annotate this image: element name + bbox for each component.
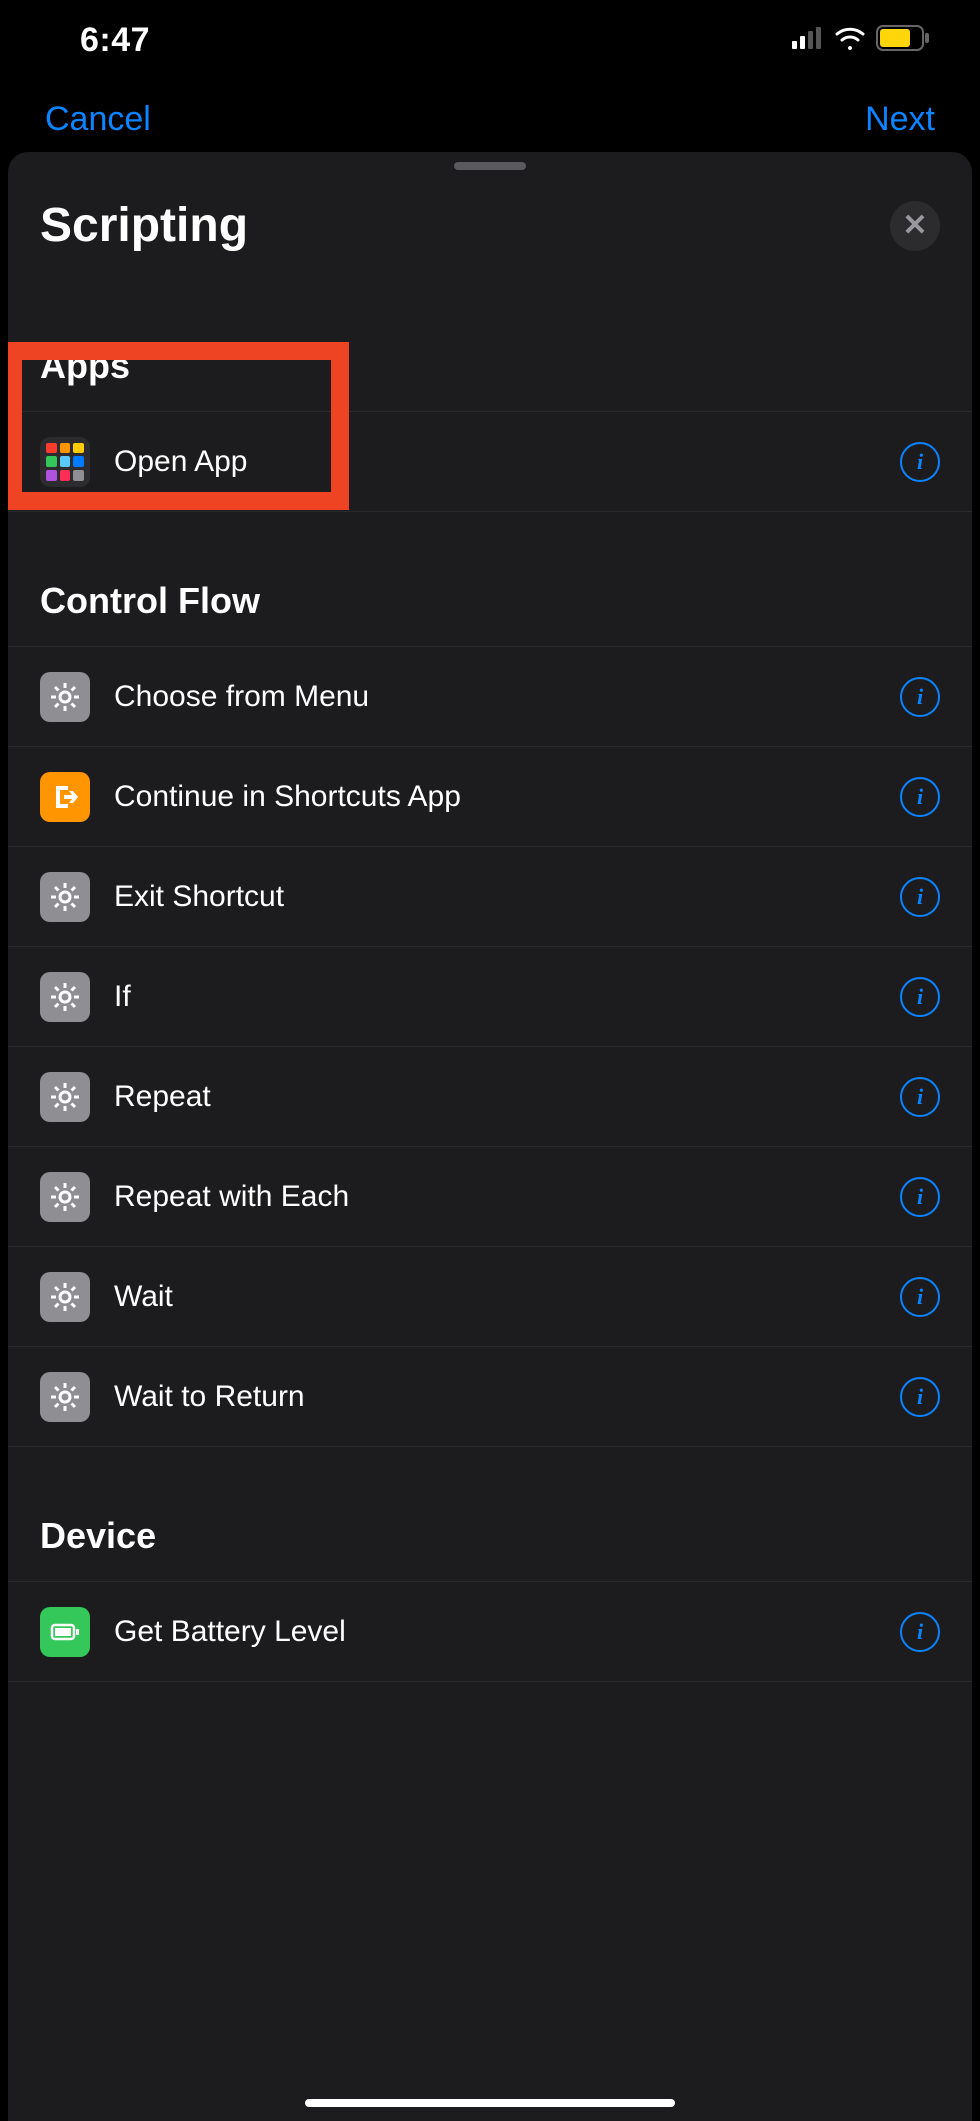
row-label: Repeat — [114, 1080, 900, 1114]
row-label: Exit Shortcut — [114, 880, 900, 914]
gear-icon — [40, 1172, 90, 1222]
home-indicator[interactable] — [305, 2099, 675, 2107]
row-wait-return[interactable]: Wait to Return i — [8, 1347, 972, 1447]
row-choose-from-menu[interactable]: Choose from Menu i — [8, 647, 972, 747]
info-button[interactable]: i — [900, 1277, 940, 1317]
row-open-app[interactable]: Open App i — [8, 412, 972, 512]
status-bar: 6:47 — [0, 0, 980, 80]
control-flow-list: Choose from Menu i Continue in Shortcuts… — [8, 646, 972, 1447]
row-label: Continue in Shortcuts App — [114, 780, 900, 814]
gear-icon — [40, 1272, 90, 1322]
info-button[interactable]: i — [900, 1077, 940, 1117]
action-sheet: Scripting ✕ Apps Open App i Control Flow — [8, 152, 972, 2121]
status-indicators — [792, 25, 930, 56]
row-wait[interactable]: Wait i — [8, 1247, 972, 1347]
row-label: Open App — [114, 445, 900, 479]
gear-icon — [40, 872, 90, 922]
row-exit-shortcut[interactable]: Exit Shortcut i — [8, 847, 972, 947]
info-button[interactable]: i — [900, 777, 940, 817]
close-button[interactable]: ✕ — [890, 201, 940, 251]
wifi-icon — [834, 26, 866, 55]
sheet-handle[interactable] — [454, 162, 526, 170]
section-title-device: Device — [8, 1515, 972, 1557]
close-icon: ✕ — [902, 211, 927, 241]
info-button[interactable]: i — [900, 1377, 940, 1417]
row-label: Choose from Menu — [114, 680, 900, 714]
row-repeat[interactable]: Repeat i — [8, 1047, 972, 1147]
app-grid-icon — [40, 437, 90, 487]
sheet-title: Scripting — [40, 198, 248, 253]
row-label: Get Battery Level — [114, 1615, 900, 1649]
row-label: Wait to Return — [114, 1380, 900, 1414]
status-time: 6:47 — [80, 21, 150, 60]
row-if[interactable]: If i — [8, 947, 972, 1047]
gear-icon — [40, 972, 90, 1022]
apps-list: Open App i — [8, 411, 972, 512]
info-button[interactable]: i — [900, 677, 940, 717]
sheet-header: Scripting ✕ — [8, 170, 972, 253]
battery-icon — [40, 1607, 90, 1657]
info-button[interactable]: i — [900, 877, 940, 917]
row-label: Repeat with Each — [114, 1180, 900, 1214]
info-button[interactable]: i — [900, 1612, 940, 1652]
info-button[interactable]: i — [900, 1177, 940, 1217]
gear-icon — [40, 672, 90, 722]
row-repeat-each[interactable]: Repeat with Each i — [8, 1147, 972, 1247]
cellular-icon — [792, 27, 824, 54]
battery-icon — [876, 25, 930, 56]
gear-icon — [40, 1072, 90, 1122]
section-title-apps: Apps — [8, 345, 972, 387]
row-battery-level[interactable]: Get Battery Level i — [8, 1582, 972, 1682]
row-continue-shortcuts[interactable]: Continue in Shortcuts App i — [8, 747, 972, 847]
row-label: Wait — [114, 1280, 900, 1314]
section-title-control-flow: Control Flow — [8, 580, 972, 622]
gear-icon — [40, 1372, 90, 1422]
row-label: If — [114, 980, 900, 1014]
info-button[interactable]: i — [900, 977, 940, 1017]
info-button[interactable]: i — [900, 442, 940, 482]
device-list: Get Battery Level i — [8, 1581, 972, 1682]
exit-icon — [40, 772, 90, 822]
